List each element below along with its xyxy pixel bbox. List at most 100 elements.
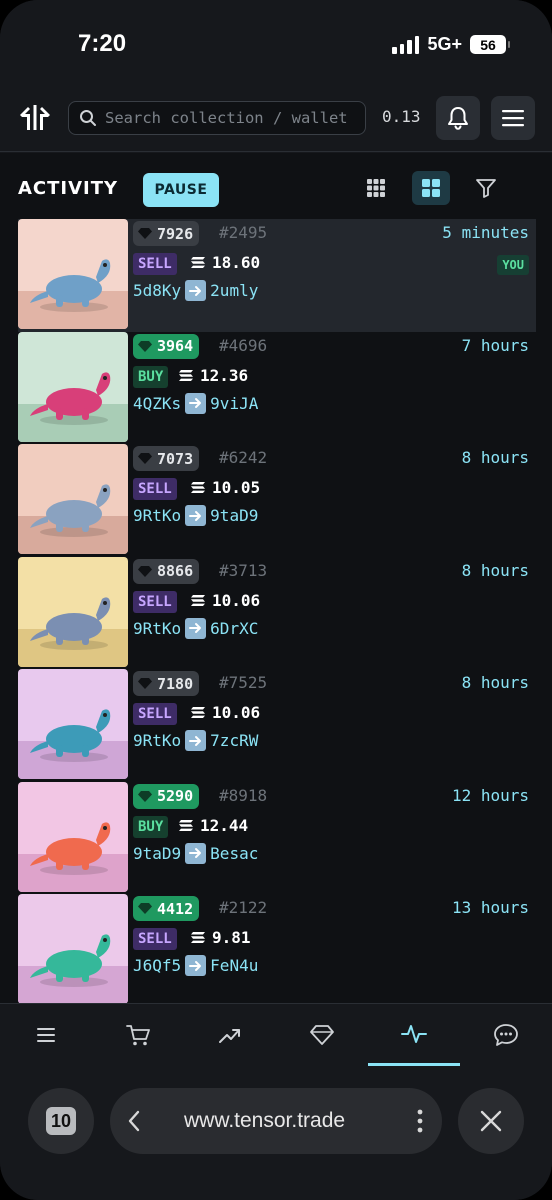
buyer-wallet[interactable]: 6DrXC (210, 619, 258, 638)
rarity-rank-badge: 7926 (133, 221, 200, 246)
phone-screen: 7:20 5G+ 56 0.13 (0, 0, 552, 1200)
nav-rarity-button[interactable] (276, 1004, 368, 1066)
sale-price: 12.44 (178, 816, 248, 835)
search-box[interactable] (68, 101, 366, 135)
transaction-type-badge: SELL (133, 590, 177, 613)
pause-button[interactable]: PAUSE (143, 173, 219, 207)
activity-list: 7926 #2495 5 minutes YOU SELL 18.60 5d8Ky 2umly… (18, 219, 536, 1003)
nav-cart-button[interactable] (92, 1004, 184, 1066)
activity-row[interactable]: 8866 #3713 8 hours SELL 10.06 9RtKo 6DrXC (18, 556, 536, 670)
menu-button[interactable] (491, 96, 535, 140)
activity-row[interactable]: 7073 #6242 8 hours SELL 10.05 9RtKo 9taD9 (18, 444, 536, 557)
rarity-rank-badge: 7180 (133, 671, 200, 696)
seller-wallet[interactable]: 9RtKo (133, 619, 181, 638)
large-grid-view-button[interactable] (412, 171, 450, 205)
activity-title: ACTIVITY (18, 178, 119, 199)
time-ago: 12 hours (451, 785, 529, 805)
rarity-rank-badge: 5290 (133, 783, 200, 809)
mint-number[interactable]: #8918 (219, 786, 267, 805)
network-type: 5G+ (427, 34, 462, 54)
filter-button[interactable] (467, 171, 505, 205)
seller-wallet[interactable]: 9taD9 (133, 844, 181, 863)
seller-wallet[interactable]: 4QZKs (133, 394, 181, 413)
rarity-rank: 8866 (157, 562, 194, 580)
nft-thumbnail[interactable] (18, 331, 128, 442)
diamond-icon (138, 790, 152, 802)
tabs-count: 10 (46, 1107, 76, 1135)
address-bar[interactable]: www.tensor.trade (110, 1088, 442, 1154)
price-value: 10.06 (212, 590, 261, 610)
activity-row[interactable]: 4412 #2122 13 hours SELL 9.81 J6Qf5 FeN4u (18, 894, 536, 1003)
buyer-wallet[interactable]: 2umly (210, 281, 258, 300)
sale-price: 10.06 (190, 703, 260, 722)
solana-icon (179, 369, 193, 381)
time-ago: 13 hours (451, 898, 529, 917)
transaction-type-badge: BUY (133, 815, 169, 838)
wallet-transfer: 9RtKo 6DrXC (133, 617, 258, 639)
filter-icon (476, 179, 496, 198)
arrow-right-icon (185, 955, 207, 976)
status-time: 7:20 (78, 30, 127, 57)
sol-price: 0.13 (382, 107, 421, 126)
mint-number[interactable]: #2122 (219, 898, 267, 917)
status-icons: 5G+ 56 (392, 34, 510, 55)
transaction-type-badge: SELL (133, 253, 177, 275)
back-icon[interactable] (124, 1108, 146, 1134)
url-text[interactable]: www.tensor.trade (184, 1109, 345, 1133)
wallet-transfer: J6Qf5 FeN4u (133, 955, 258, 976)
notifications-button[interactable] (436, 96, 480, 140)
search-input[interactable] (105, 109, 360, 127)
buyer-wallet[interactable]: 9viJA (210, 394, 258, 413)
seller-wallet[interactable]: 9RtKo (133, 506, 181, 525)
battery-level: 56 (480, 36, 496, 53)
buyer-wallet[interactable]: 7zcRW (210, 731, 258, 750)
small-grid-view-button[interactable] (357, 171, 395, 205)
transaction-type-badge: SELL (133, 703, 177, 725)
price-value: 12.36 (200, 365, 249, 385)
tensor-logo-icon[interactable] (18, 100, 52, 134)
mint-number[interactable]: #3713 (219, 561, 267, 580)
buyer-wallet[interactable]: FeN4u (210, 956, 258, 975)
mint-number[interactable]: #2495 (219, 223, 267, 242)
activity-row[interactable]: 5290 #8918 12 hours BUY 12.44 9taD9 Besac (18, 781, 536, 895)
sale-price: 18.60 (190, 253, 260, 272)
buyer-wallet[interactable]: Besac (210, 844, 258, 863)
more-options-icon[interactable] (416, 1108, 424, 1134)
close-button[interactable] (458, 1088, 524, 1154)
nav-list-button[interactable] (0, 1004, 92, 1066)
buyer-wallet[interactable]: 9taD9 (210, 506, 258, 525)
activity-row[interactable]: 7926 #2495 5 minutes YOU SELL 18.60 5d8Ky 2umly (18, 219, 536, 332)
rarity-rank: 5290 (157, 787, 194, 805)
nav-trending-button[interactable] (184, 1004, 276, 1066)
tabs-button[interactable]: 10 (28, 1088, 94, 1154)
nft-thumbnail[interactable] (18, 219, 128, 329)
seller-wallet[interactable]: J6Qf5 (133, 956, 181, 975)
seller-wallet[interactable]: 5d8Ky (133, 281, 181, 300)
mint-number[interactable]: #7525 (219, 673, 267, 692)
app-header: 0.13 (0, 92, 552, 152)
nft-thumbnail[interactable] (18, 781, 128, 892)
solana-icon (191, 932, 205, 943)
mint-number[interactable]: #4696 (219, 336, 267, 355)
solana-icon (191, 257, 205, 268)
nft-thumbnail[interactable] (18, 444, 128, 554)
nft-thumbnail[interactable] (18, 556, 128, 667)
nav-activity-button[interactable] (368, 1004, 460, 1066)
status-bar: 7:20 5G+ 56 (0, 0, 552, 92)
solana-icon (179, 819, 193, 831)
signal-icon (392, 35, 420, 54)
nft-thumbnail[interactable] (18, 894, 128, 1003)
seller-wallet[interactable]: 9RtKo (133, 731, 181, 750)
activity-row[interactable]: 3964 #4696 7 hours BUY 12.36 4QZKs 9viJA (18, 331, 536, 445)
arrow-right-icon (185, 730, 207, 751)
arrow-right-icon (185, 505, 207, 526)
rarity-rank-badge: 8866 (133, 558, 200, 584)
activity-row[interactable]: 7180 #7525 8 hours SELL 10.06 9RtKo 7zcRW (18, 669, 536, 782)
mint-number[interactable]: #6242 (219, 448, 267, 467)
nft-thumbnail[interactable] (18, 669, 128, 779)
diamond-icon (138, 678, 152, 689)
nav-chat-button[interactable] (460, 1004, 552, 1066)
transaction-type-badge: SELL (133, 478, 177, 500)
diamond-icon (138, 453, 152, 464)
rarity-rank-badge: 3964 (133, 333, 200, 359)
